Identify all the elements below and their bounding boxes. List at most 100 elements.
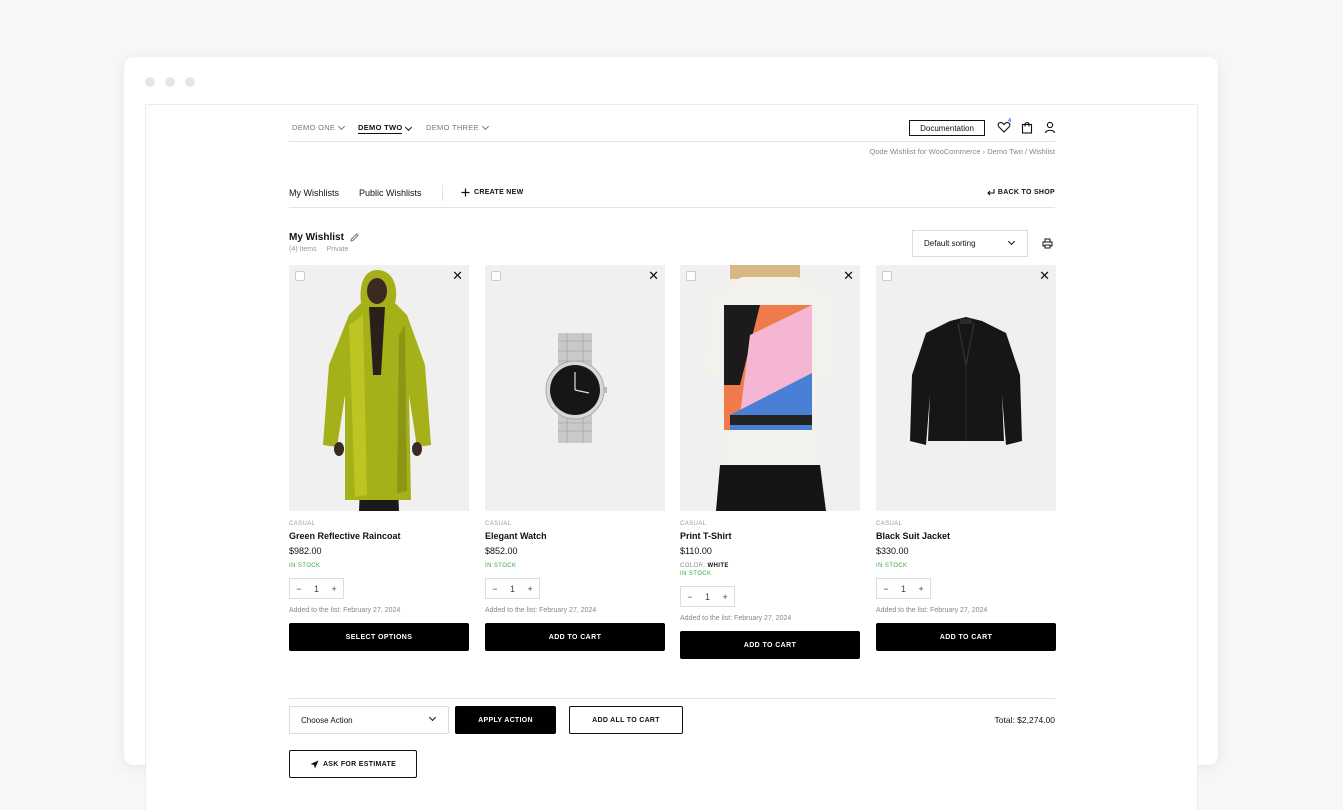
create-new-button[interactable]: CREATE NEW	[461, 188, 524, 197]
window-dot-minimize[interactable]	[165, 77, 175, 87]
sorting-select[interactable]: Default sorting	[912, 230, 1028, 257]
added-date: Added to the list: February 27, 2024	[485, 607, 597, 614]
quantity-decrease-button[interactable]: −	[883, 584, 888, 594]
added-date: Added to the list: February 27, 2024	[289, 607, 401, 614]
window-controls	[145, 77, 195, 87]
quantity-stepper: − 1 +	[876, 578, 931, 599]
product-card: ✕ CASUAL Green Reflective Raincoat $982.…	[289, 265, 469, 651]
quantity-value[interactable]: 1	[705, 592, 710, 602]
print-icon[interactable]	[1042, 238, 1053, 249]
remove-item-close-icon[interactable]: ✕	[648, 269, 659, 282]
product-name[interactable]: Print T-Shirt	[680, 531, 860, 541]
added-date: Added to the list: February 27, 2024	[680, 615, 792, 622]
product-image-raincoat[interactable]: ✕	[289, 265, 469, 511]
divider	[442, 185, 443, 201]
jacket-illustration	[910, 317, 1022, 445]
nav-item-demo-two[interactable]: DEMO TWO	[358, 123, 413, 134]
tshirt-illustration	[702, 265, 838, 511]
quantity-decrease-button[interactable]: −	[492, 584, 497, 594]
product-card: ✕ CASUAL Print T-Shirt $110.00 COLOR: WH…	[680, 265, 860, 659]
remove-item-close-icon[interactable]: ✕	[843, 269, 854, 282]
add-all-to-cart-button[interactable]: ADD ALL TO CART	[569, 706, 683, 734]
select-checkbox[interactable]	[295, 271, 305, 281]
product-image-jacket[interactable]: ✕	[876, 265, 1056, 511]
added-date: Added to the list: February 27, 2024	[876, 607, 988, 614]
select-options-button[interactable]: SELECT OPTIONS	[289, 623, 469, 651]
product-price: $852.00	[485, 546, 518, 556]
product-card: ✕ CASUAL Elegant Watch $852.00 IN STOCK …	[485, 265, 665, 651]
chevron-down-icon	[405, 123, 413, 131]
ask-for-estimate-button[interactable]: ASK FOR ESTIMATE	[289, 750, 417, 778]
select-checkbox[interactable]	[882, 271, 892, 281]
documentation-button[interactable]: Documentation	[909, 120, 985, 136]
return-arrow-icon	[987, 189, 995, 196]
product-category: CASUAL	[680, 521, 707, 527]
add-to-cart-button[interactable]: ADD TO CART	[876, 623, 1056, 651]
select-checkbox[interactable]	[686, 271, 696, 281]
watch-illustration	[545, 333, 607, 443]
product-image-watch[interactable]: ✕	[485, 265, 665, 511]
tab-public-wishlists[interactable]: Public Wishlists	[359, 188, 422, 198]
wishlist-subnav: My Wishlists Public Wishlists CREATE NEW…	[289, 183, 1055, 208]
nav-label: DEMO THREE	[426, 123, 479, 132]
add-to-cart-button[interactable]: ADD TO CART	[680, 631, 860, 659]
product-image-tshirt[interactable]: ✕	[680, 265, 860, 511]
product-name[interactable]: Green Reflective Raincoat	[289, 531, 469, 541]
create-new-label: CREATE NEW	[474, 189, 524, 196]
quantity-increase-button[interactable]: +	[331, 584, 336, 594]
quantity-increase-button[interactable]: +	[918, 584, 923, 594]
ask-for-estimate-label: ASK FOR ESTIMATE	[322, 760, 397, 768]
nav-item-demo-one[interactable]: DEMO ONE	[292, 122, 346, 132]
quantity-value[interactable]: 1	[901, 584, 906, 594]
quantity-decrease-button[interactable]: −	[687, 592, 692, 602]
chevron-down-icon	[1007, 237, 1016, 246]
remove-item-close-icon[interactable]: ✕	[1039, 269, 1050, 282]
add-to-cart-button[interactable]: ADD TO CART	[485, 623, 665, 651]
chevron-down-icon	[428, 713, 437, 722]
stock-status: IN STOCK	[485, 563, 517, 569]
bulk-action-value: Choose Action	[301, 715, 353, 725]
back-to-shop-label: BACK TO SHOP	[997, 189, 1055, 196]
quantity-increase-button[interactable]: +	[527, 584, 532, 594]
product-attribute: COLOR: WHITE	[680, 563, 860, 569]
attribute-value: WHITE	[707, 563, 729, 569]
wishlist-title-text: My Wishlist	[289, 232, 344, 243]
product-name[interactable]: Elegant Watch	[485, 531, 665, 541]
window-dot-maximize[interactable]	[185, 77, 195, 87]
product-price: $110.00	[680, 546, 712, 556]
quantity-value[interactable]: 1	[314, 584, 319, 594]
bulk-action-select[interactable]: Choose Action	[289, 706, 449, 734]
stock-status: IN STOCK	[680, 571, 712, 577]
quantity-stepper: − 1 +	[289, 578, 344, 599]
product-name[interactable]: Black Suit Jacket	[876, 531, 1056, 541]
remove-item-close-icon[interactable]: ✕	[452, 269, 463, 282]
quantity-value[interactable]: 1	[510, 584, 515, 594]
quantity-stepper: − 1 +	[485, 578, 540, 599]
edit-pencil-icon[interactable]	[350, 233, 359, 242]
nav-item-demo-three[interactable]: DEMO THREE	[426, 122, 489, 132]
stock-status: IN STOCK	[876, 563, 908, 569]
wishlist-title: My Wishlist	[289, 232, 359, 243]
plus-icon	[461, 188, 470, 197]
tab-my-wishlists[interactable]: My Wishlists	[289, 188, 339, 198]
stock-status: IN STOCK	[289, 563, 321, 569]
divider	[289, 698, 1055, 699]
apply-action-button[interactable]: APPLY ACTION	[455, 706, 556, 734]
back-to-shop-button[interactable]: BACK TO SHOP	[986, 188, 1055, 197]
wishlist-visibility: Private	[326, 246, 349, 253]
product-price: $330.00	[876, 546, 909, 556]
attribute-label: COLOR:	[680, 563, 706, 569]
product-card: ✕ CASUAL Black Suit Jacket $330.00 IN ST…	[876, 265, 1056, 651]
window-dot-close[interactable]	[145, 77, 155, 87]
select-checkbox[interactable]	[491, 271, 501, 281]
product-price: $982.00	[289, 546, 322, 556]
bag-icon[interactable]	[1021, 121, 1033, 134]
user-icon[interactable]	[1044, 121, 1056, 134]
quantity-stepper: − 1 +	[680, 586, 735, 607]
chevron-down-icon	[338, 122, 346, 130]
breadcrumb: Qode Wishlist for WooCommerce › Demo Two…	[869, 147, 1055, 156]
product-category: CASUAL	[485, 521, 512, 527]
quantity-increase-button[interactable]: +	[722, 592, 727, 602]
raincoat-illustration	[323, 270, 431, 511]
quantity-decrease-button[interactable]: −	[296, 584, 301, 594]
